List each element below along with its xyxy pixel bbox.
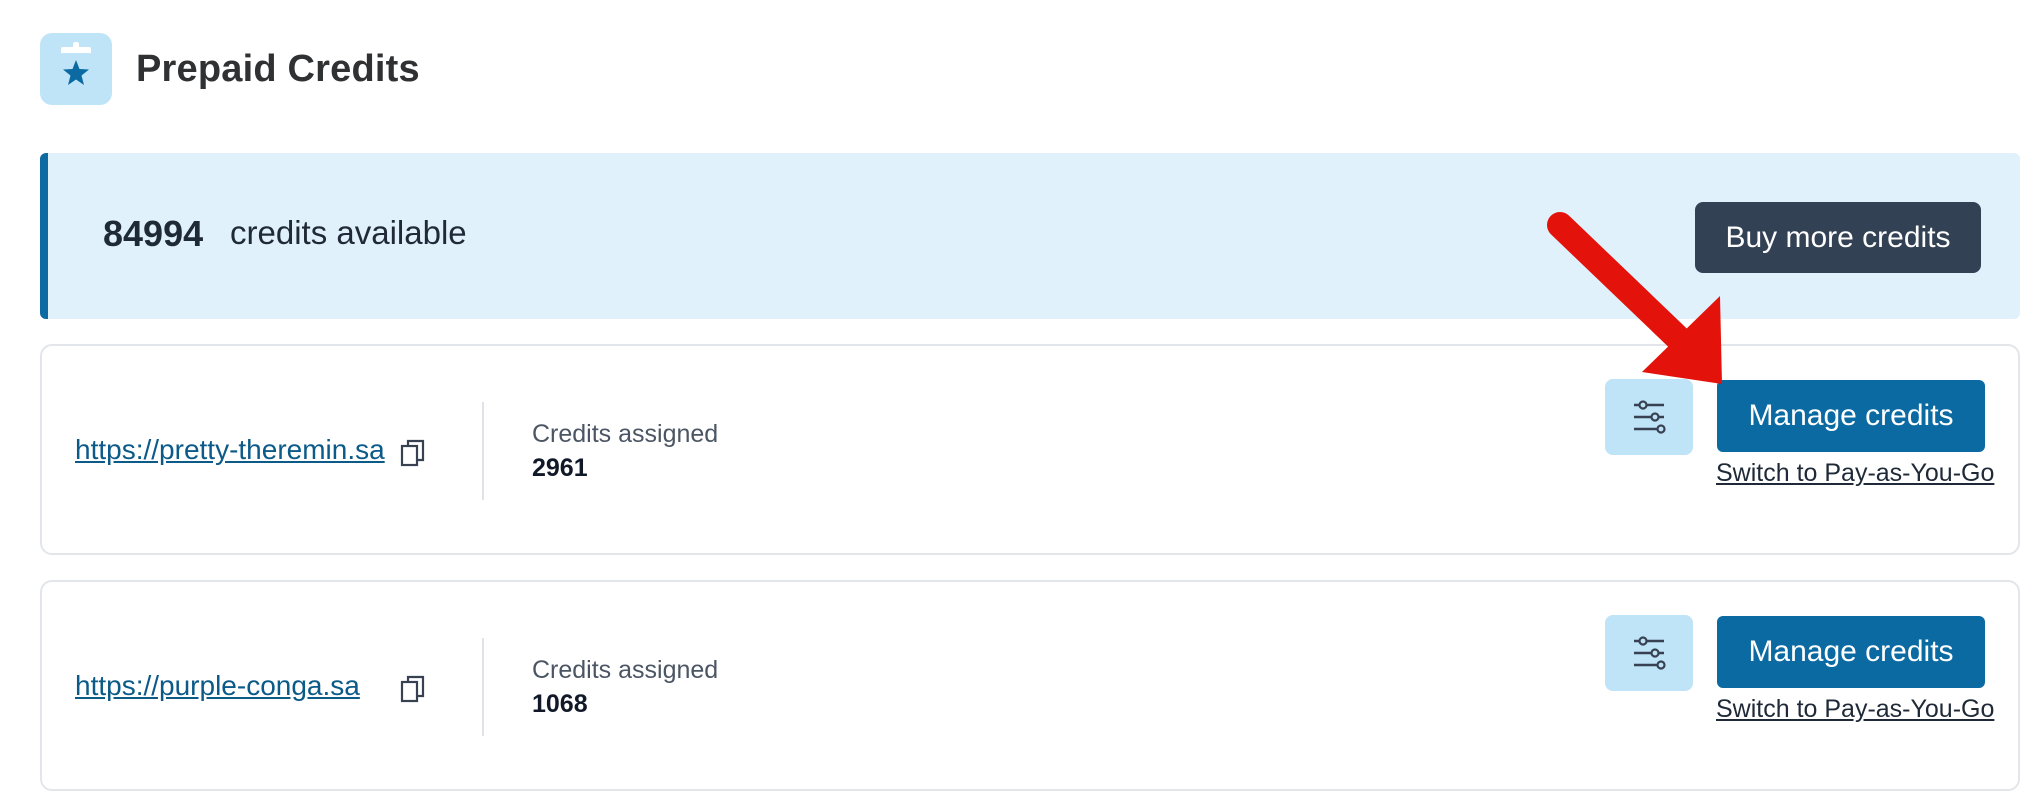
copy-icon[interactable]	[400, 674, 426, 704]
credits-available-count: 84994	[103, 213, 204, 254]
site-credit-card: https://purple-conga.sa Credits assigned…	[40, 580, 2020, 791]
page-title: Prepaid Credits	[136, 47, 420, 90]
credits-available-label: credits available	[230, 214, 467, 251]
switch-to-payg-link[interactable]: Switch to Pay-as-You-Go	[1716, 459, 1994, 488]
page-header: Prepaid Credits	[40, 33, 420, 105]
card-divider	[482, 638, 484, 736]
site-url-link[interactable]: https://purple-conga.sa	[75, 670, 390, 702]
sliders-icon	[1634, 400, 1666, 434]
credit-settings-button[interactable]	[1605, 615, 1693, 691]
switch-to-payg-link[interactable]: Switch to Pay-as-You-Go	[1716, 695, 1994, 724]
site-url-link[interactable]: https://pretty-theremin.sa	[75, 434, 390, 466]
sliders-icon	[1634, 636, 1666, 670]
manage-credits-button[interactable]: Manage credits	[1717, 380, 1985, 452]
card-divider	[482, 402, 484, 500]
credits-assigned-value: 1068	[532, 690, 588, 718]
manage-credits-button[interactable]: Manage credits	[1717, 616, 1985, 688]
credits-assigned-label: Credits assigned	[532, 420, 719, 448]
credits-assigned-label: Credits assigned	[532, 656, 719, 684]
copy-icon[interactable]	[400, 438, 426, 468]
prepaid-credit-icon	[40, 33, 112, 105]
credits-assigned-value: 2961	[532, 454, 588, 482]
red-arrow-annotation-icon	[1547, 212, 1722, 384]
